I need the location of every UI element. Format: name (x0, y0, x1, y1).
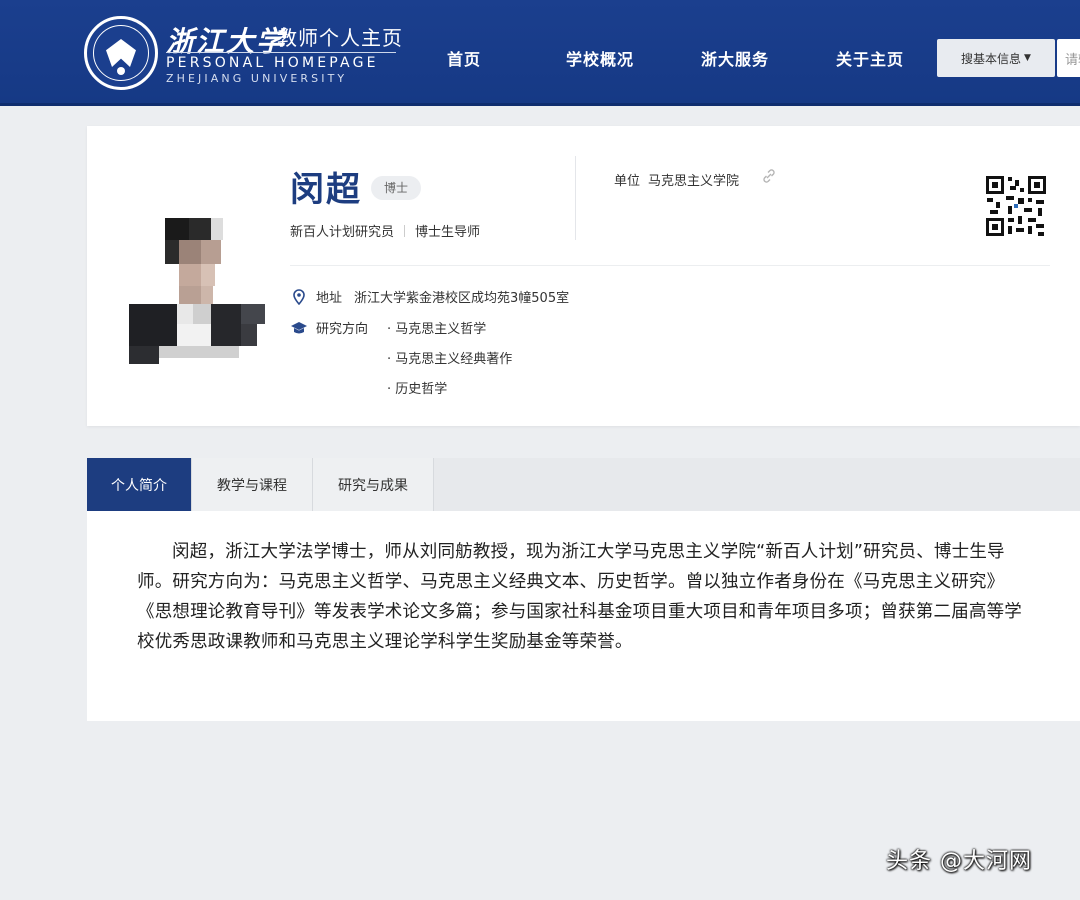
brand-divider (166, 52, 396, 53)
tab-personal-intro[interactable]: 个人简介 (87, 458, 192, 511)
brand-subtitle: PERSONAL HOMEPAGE (166, 55, 379, 71)
tab-teaching-courses[interactable]: 教学与课程 (192, 458, 313, 511)
brand-title[interactable]: 教师个人主页 (277, 22, 403, 51)
nav-school-overview[interactable]: 学校概况 (566, 46, 634, 70)
address-value: 浙江大学紫金港校区成均苑3幢505室 (354, 291, 570, 306)
avatar (129, 218, 279, 368)
nav-zju-services[interactable]: 浙大服务 (701, 46, 769, 70)
title-researcher: 新百人计划研究员 (290, 225, 395, 240)
search-type-label: 搜基本信息 (961, 51, 1022, 66)
professor-name: 闵超 (290, 170, 362, 210)
search-type-select[interactable]: 搜基本信息 ▼ (937, 39, 1055, 77)
unit-label: 单位 (614, 174, 641, 189)
location-pin-icon (290, 288, 308, 306)
vertical-divider (575, 156, 576, 240)
avatar-pixelated-icon (129, 218, 265, 364)
degree-badge: 博士 (371, 176, 422, 200)
address-label: 地址 (316, 291, 343, 306)
qr-code-icon[interactable] (984, 174, 1048, 238)
address-row: 地址 浙江大学紫金港校区成均苑3幢505室 (290, 287, 569, 306)
nav-home[interactable]: 首页 (447, 46, 481, 70)
nav-about[interactable]: 关于主页 (836, 46, 904, 70)
profile-card: 闵超 博士 新百人计划研究员 博士生导师 单位 马克思主义学院 地址 浙江大学紫… (87, 126, 1080, 426)
tab-research-results[interactable]: 研究与成果 (313, 458, 434, 511)
research-item-philosophy-of-history: · 历史哲学 (387, 382, 448, 397)
title-separator (404, 225, 406, 237)
bio-panel: 闵超，浙江大学法学博士，师从刘同舫教授，现为浙江大学马克思主义学院“新百人计划”… (87, 511, 1080, 721)
title-list: 新百人计划研究员 博士生导师 (290, 221, 480, 240)
research-label: 研究方向 (316, 322, 369, 337)
watermark: 头条 @大河网 (886, 849, 1032, 874)
link-icon[interactable] (762, 169, 778, 185)
research-row: 研究方向 (290, 318, 380, 337)
brand-university: ZHEJIANG UNIVERSITY (166, 72, 348, 85)
horizontal-divider (290, 265, 1050, 266)
graduation-cap-icon (290, 319, 308, 337)
tab-bar: 个人简介 教学与课程 研究与成果 (87, 458, 1080, 511)
top-header: 浙江大学 教师个人主页 PERSONAL HOMEPAGE ZHEJIANG U… (0, 0, 1080, 106)
brand-calligraphy[interactable]: 浙江大学 (166, 20, 286, 60)
zju-emblem-icon[interactable] (84, 16, 158, 90)
title-supervisor: 博士生导师 (415, 225, 481, 240)
unit-info: 单位 马克思主义学院 (614, 170, 739, 189)
unit-value[interactable]: 马克思主义学院 (648, 174, 739, 189)
research-item-marxist-philosophy: · 马克思主义哲学 (387, 322, 487, 337)
bio-text: 闵超，浙江大学法学博士，师从刘同舫教授，现为浙江大学马克思主义学院“新百人计划”… (137, 542, 1022, 652)
research-item-marxist-classics: · 马克思主义经典著作 (387, 352, 513, 367)
caret-down-icon: ▼ (1024, 53, 1031, 63)
search-input[interactable]: 请输入 (1057, 39, 1080, 77)
